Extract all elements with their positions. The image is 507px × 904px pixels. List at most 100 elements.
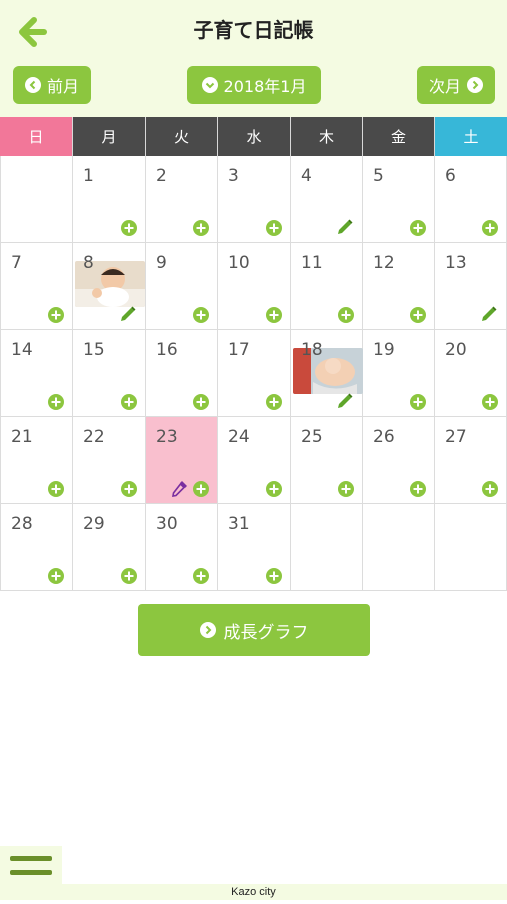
calendar-day-30[interactable]: 30 bbox=[146, 504, 218, 591]
add-entry-icon[interactable] bbox=[121, 568, 137, 584]
calendar-day-19[interactable]: 19 bbox=[363, 330, 435, 417]
calendar-day-16[interactable]: 16 bbox=[146, 330, 218, 417]
calendar-day-17[interactable]: 17 bbox=[218, 330, 291, 417]
weekday-sunday: 日 bbox=[0, 117, 73, 156]
calendar-empty-cell bbox=[435, 504, 507, 591]
add-entry-icon[interactable] bbox=[48, 394, 64, 410]
calendar-day-14[interactable]: 14 bbox=[0, 330, 73, 417]
calendar-day-9[interactable]: 9 bbox=[146, 243, 218, 330]
add-entry-icon[interactable] bbox=[193, 220, 209, 236]
calendar-day-13[interactable]: 13 bbox=[435, 243, 507, 330]
calendar-day-25[interactable]: 25 bbox=[291, 417, 363, 504]
calendar-day-1[interactable]: 1 bbox=[73, 156, 146, 243]
edit-pencil-icon[interactable] bbox=[336, 392, 354, 410]
calendar-day-10[interactable]: 10 bbox=[218, 243, 291, 330]
weekday-tuesday: 火 bbox=[146, 117, 218, 156]
add-entry-icon[interactable] bbox=[266, 481, 282, 497]
calendar-day-24[interactable]: 24 bbox=[218, 417, 291, 504]
calendar-empty-cell bbox=[363, 504, 435, 591]
add-entry-icon[interactable] bbox=[410, 481, 426, 497]
medicine-dropper-icon[interactable] bbox=[171, 479, 189, 497]
calendar-day-4[interactable]: 4 bbox=[291, 156, 363, 243]
next-month-button[interactable]: 次月 bbox=[417, 66, 495, 104]
add-entry-icon[interactable] bbox=[48, 481, 64, 497]
add-entry-icon[interactable] bbox=[121, 481, 137, 497]
add-entry-icon[interactable] bbox=[266, 568, 282, 584]
day-number: 15 bbox=[83, 340, 105, 360]
day-number: 9 bbox=[156, 253, 167, 273]
calendar-day-12[interactable]: 12 bbox=[363, 243, 435, 330]
header-bar: 子育て日記帳 前月 2018年1月 次月 bbox=[0, 0, 507, 117]
calendar-day-7[interactable]: 7 bbox=[0, 243, 73, 330]
calendar-week-row: 21 22 23 24 25 26 27 bbox=[0, 417, 507, 504]
calendar-day-28[interactable]: 28 bbox=[0, 504, 73, 591]
weekday-friday: 金 bbox=[363, 117, 435, 156]
add-entry-icon[interactable] bbox=[338, 307, 354, 323]
calendar-week-row: 14 15 16 17 18 19 20 bbox=[0, 330, 507, 417]
calendar-empty-cell bbox=[291, 504, 363, 591]
footer-text: Kazo city bbox=[0, 884, 507, 900]
calendar-day-20[interactable]: 20 bbox=[435, 330, 507, 417]
day-number: 20 bbox=[445, 340, 467, 360]
edit-pencil-icon[interactable] bbox=[336, 218, 354, 236]
add-entry-icon[interactable] bbox=[338, 481, 354, 497]
add-entry-icon[interactable] bbox=[482, 220, 498, 236]
prev-month-label: 前月 bbox=[46, 77, 79, 96]
calendar-day-5[interactable]: 5 bbox=[363, 156, 435, 243]
add-entry-icon[interactable] bbox=[193, 394, 209, 410]
add-entry-icon[interactable] bbox=[193, 481, 209, 497]
day-number: 29 bbox=[83, 514, 105, 534]
day-number: 16 bbox=[156, 340, 178, 360]
edit-pencil-icon[interactable] bbox=[119, 305, 137, 323]
add-entry-icon[interactable] bbox=[121, 220, 137, 236]
month-select-button[interactable]: 2018年1月 bbox=[187, 66, 321, 104]
calendar-day-6[interactable]: 6 bbox=[435, 156, 507, 243]
growth-chart-button[interactable]: 成長グラフ bbox=[138, 604, 370, 656]
weekday-saturday: 土 bbox=[435, 117, 507, 156]
add-entry-icon[interactable] bbox=[410, 220, 426, 236]
calendar-day-18[interactable]: 18 bbox=[291, 330, 363, 417]
add-entry-icon[interactable] bbox=[48, 568, 64, 584]
day-number: 1 bbox=[83, 166, 94, 186]
day-number: 11 bbox=[301, 253, 323, 273]
calendar-day-21[interactable]: 21 bbox=[0, 417, 73, 504]
chevron-down-icon bbox=[201, 77, 218, 93]
day-number: 2 bbox=[156, 166, 167, 186]
calendar-day-8[interactable]: 8 bbox=[73, 243, 146, 330]
calendar-day-29[interactable]: 29 bbox=[73, 504, 146, 591]
add-entry-icon[interactable] bbox=[193, 568, 209, 584]
chevron-left-icon bbox=[24, 77, 41, 93]
page-title: 子育て日記帳 bbox=[193, 18, 314, 42]
edit-pencil-icon[interactable] bbox=[480, 305, 498, 323]
prev-month-button[interactable]: 前月 bbox=[13, 66, 91, 104]
add-entry-icon[interactable] bbox=[193, 307, 209, 323]
day-number: 4 bbox=[301, 166, 312, 186]
day-number: 6 bbox=[445, 166, 456, 186]
add-entry-icon[interactable] bbox=[482, 394, 498, 410]
day-number: 18 bbox=[301, 340, 323, 360]
calendar-day-27[interactable]: 27 bbox=[435, 417, 507, 504]
calendar-day-3[interactable]: 3 bbox=[218, 156, 291, 243]
weekday-wednesday: 水 bbox=[218, 117, 291, 156]
calendar-week-row: 1 2 3 4 5 6 bbox=[0, 156, 507, 243]
calendar-day-26[interactable]: 26 bbox=[363, 417, 435, 504]
add-entry-icon[interactable] bbox=[410, 394, 426, 410]
add-entry-icon[interactable] bbox=[266, 307, 282, 323]
day-number: 13 bbox=[445, 253, 467, 273]
calendar-day-11[interactable]: 11 bbox=[291, 243, 363, 330]
day-number: 23 bbox=[156, 427, 178, 447]
add-entry-icon[interactable] bbox=[410, 307, 426, 323]
add-entry-icon[interactable] bbox=[48, 307, 64, 323]
day-number: 10 bbox=[228, 253, 250, 273]
month-label: 2018年1月 bbox=[223, 77, 307, 96]
add-entry-icon[interactable] bbox=[266, 220, 282, 236]
add-entry-icon[interactable] bbox=[482, 481, 498, 497]
add-entry-icon[interactable] bbox=[266, 394, 282, 410]
calendar-day-22[interactable]: 22 bbox=[73, 417, 146, 504]
add-entry-icon[interactable] bbox=[121, 394, 137, 410]
calendar-day-31[interactable]: 31 bbox=[218, 504, 291, 591]
calendar-empty-cell bbox=[0, 156, 73, 243]
calendar-day-23[interactable]: 23 bbox=[146, 417, 218, 504]
calendar-day-2[interactable]: 2 bbox=[146, 156, 218, 243]
calendar-day-15[interactable]: 15 bbox=[73, 330, 146, 417]
